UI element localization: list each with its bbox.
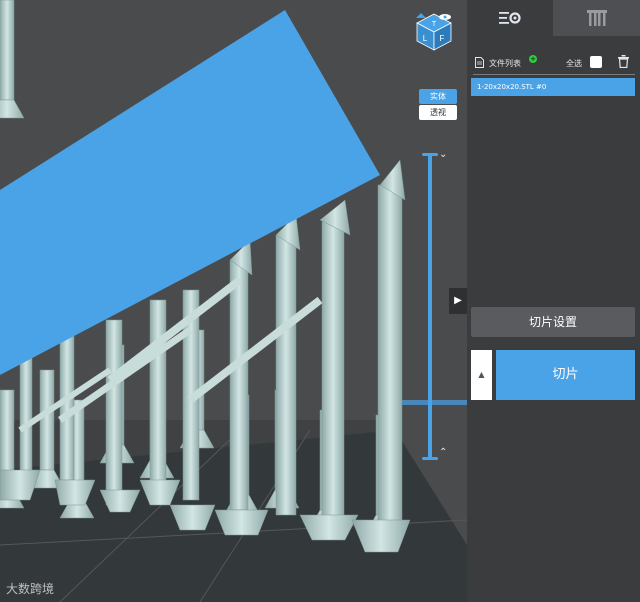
select-all-label: 全选 bbox=[566, 59, 582, 68]
trash-icon[interactable] bbox=[618, 55, 629, 68]
slice-button-group: ▲ 切片 bbox=[471, 350, 635, 400]
layer-slider-bottom-handle[interactable] bbox=[422, 457, 438, 460]
cube-face-front: F bbox=[440, 34, 445, 43]
view-mode-solid-button[interactable]: 实体 bbox=[419, 89, 457, 104]
select-all-checkbox[interactable] bbox=[590, 56, 602, 68]
settings-icon bbox=[499, 12, 521, 24]
cube-face-top: T bbox=[432, 21, 437, 28]
document-icon bbox=[475, 57, 484, 68]
cube-face-left: L bbox=[423, 34, 428, 43]
tab-settings[interactable] bbox=[467, 0, 553, 36]
view-mode-xray-button[interactable]: 透视 bbox=[419, 105, 457, 120]
file-list-divider bbox=[473, 74, 635, 75]
view-cube[interactable]: T L F bbox=[415, 12, 453, 52]
slice-settings-button[interactable]: 切片设置 bbox=[471, 307, 635, 337]
watermark: 大数跨境 bbox=[6, 582, 55, 596]
panel-tabs bbox=[467, 0, 640, 36]
layer-slider[interactable] bbox=[428, 155, 432, 459]
home-icon bbox=[416, 13, 426, 18]
model-scene[interactable] bbox=[0, 0, 467, 602]
support-icon bbox=[586, 10, 607, 26]
tab-support[interactable] bbox=[553, 0, 640, 36]
eye-icon bbox=[439, 14, 451, 20]
slice-button[interactable]: 切片 bbox=[496, 350, 635, 400]
chevron-up-icon[interactable]: ⌃ bbox=[439, 448, 451, 458]
panel-toggle-button[interactable]: ▶ bbox=[449, 288, 467, 314]
file-list-title: 文件列表 bbox=[489, 59, 521, 68]
file-list-header: 文件列表 + 全选 bbox=[473, 54, 635, 72]
3d-viewport[interactable]: T L F 实体 透视 ⌄ ⌃ ▶ 大数跨境 bbox=[0, 0, 467, 602]
add-file-icon[interactable]: + bbox=[529, 55, 537, 63]
file-list-item[interactable]: 1-20x20x20.STL #0 bbox=[471, 78, 635, 96]
chevron-down-icon[interactable]: ⌄ bbox=[439, 150, 451, 160]
slice-options-toggle[interactable]: ▲ bbox=[471, 350, 492, 400]
